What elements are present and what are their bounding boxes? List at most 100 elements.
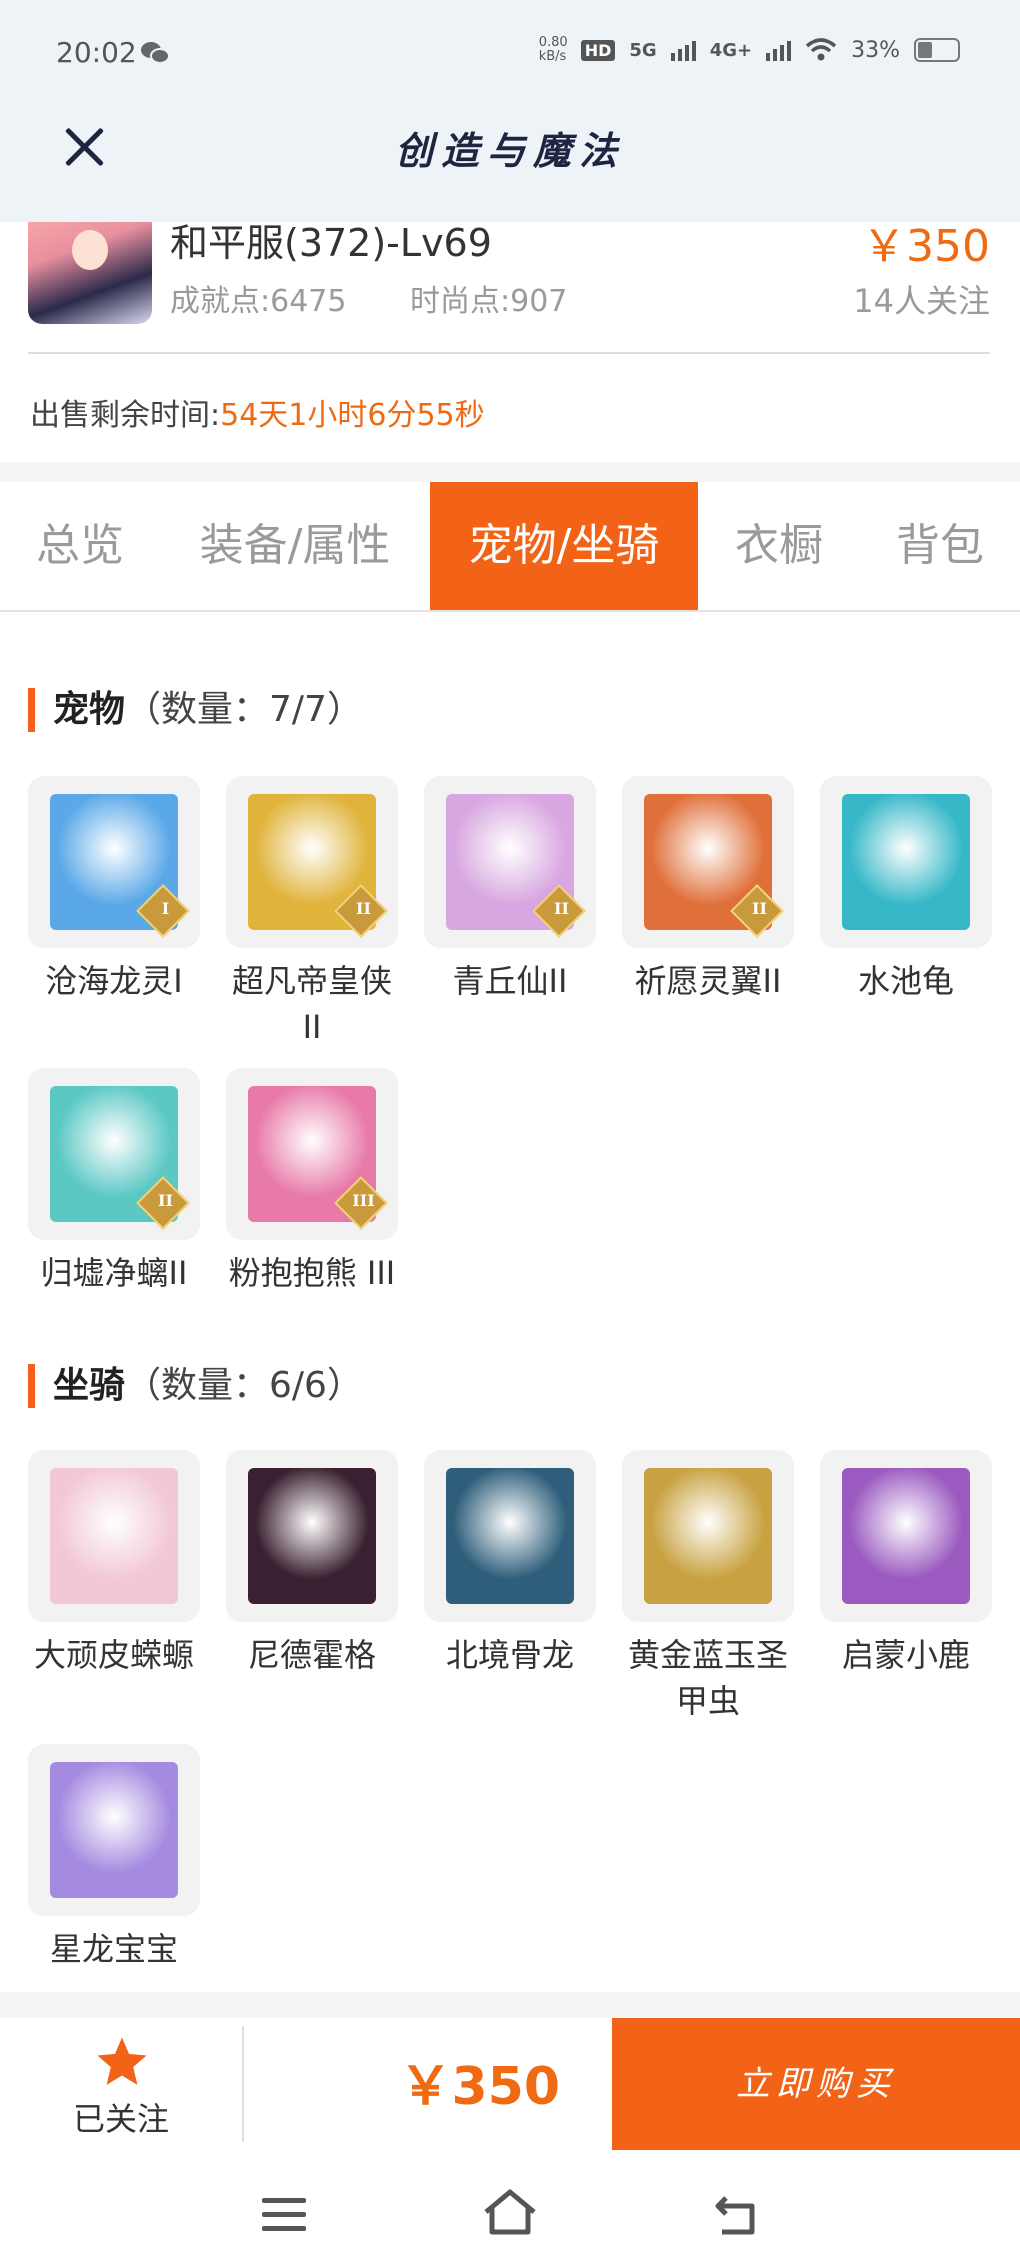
home-icon[interactable] (480, 2186, 540, 2238)
item-thumbnail: II (622, 776, 794, 948)
sale-time-value: 54天1小时6分55秒 (220, 398, 485, 433)
pond-turtle-icon (842, 794, 970, 930)
wechat-icon (141, 42, 170, 64)
page-title: 创造与魔法 (394, 128, 625, 173)
tier-label: II (553, 899, 569, 919)
mount-item[interactable]: 星龙宝宝 (28, 1744, 200, 1972)
mount-item[interactable]: 黄金蓝玉圣甲虫 (622, 1450, 794, 1724)
black-dragon-icon (248, 1468, 376, 1604)
tab-equipment[interactable]: 装备/属性 (180, 482, 410, 610)
buy-now-button[interactable]: 立即购买 (612, 2018, 1020, 2150)
item-thumbnail: I (28, 776, 200, 948)
pet-item[interactable]: II 超凡帝皇侠II (226, 776, 398, 1050)
tab-backpack[interactable]: 背包 (870, 482, 1010, 610)
signal-icon (670, 39, 696, 61)
sale-time-label: 出售剩余时间: (30, 398, 221, 433)
item-thumbnail: III (226, 1068, 398, 1240)
achievement-points: 成就点:6475 (170, 284, 347, 319)
sim2-label: 4G+ (709, 39, 753, 61)
item-name: 黄金蓝玉圣甲虫 (627, 1636, 788, 1720)
mount-item[interactable]: 尼德霍格 (226, 1450, 398, 1678)
baby-star-dragon-icon (50, 1762, 178, 1898)
tab-overview[interactable]: 总览 (0, 482, 160, 610)
item-name: 水池龟 (857, 962, 954, 1000)
item-thumbnail (820, 776, 992, 948)
star-icon (97, 2037, 147, 2085)
item-name: 祈愿灵翼II (634, 962, 782, 1000)
character-card: 和平服(372)-Lv69 成就点:6475 时尚点:907 ￥350 14人关… (0, 221, 1020, 462)
item-name: 启蒙小鹿 (841, 1636, 970, 1674)
item-name: 星龙宝宝 (49, 1930, 178, 1968)
bottom-price: ￥350 (399, 2057, 560, 2117)
item-thumbnail (622, 1450, 794, 1622)
item-thumbnail (28, 1450, 200, 1622)
system-nav-bar (0, 2150, 1020, 2267)
mount-item[interactable]: 启蒙小鹿 (820, 1450, 992, 1678)
follow-label: 已关注 (72, 2100, 169, 2138)
item-name: 归墟净螭II (40, 1254, 188, 1292)
character-name: 和平服(372)-Lv69 (170, 221, 492, 265)
tier-label: I (161, 899, 170, 919)
mounts-count: （数量：6/6） (125, 1365, 363, 1406)
item-name: 粉抱抱熊 III (228, 1254, 396, 1292)
item-thumbnail (226, 1450, 398, 1622)
divider (242, 2026, 244, 2142)
bottom-action-bar: 已关注 ￥350 立即购买 (0, 2018, 1020, 2150)
section-gap (0, 462, 1020, 482)
bone-dragon-icon (446, 1468, 574, 1604)
tier-label: II (751, 899, 767, 919)
mounts-title: 坐骑 (53, 1365, 126, 1406)
item-name: 北境骨龙 (445, 1636, 574, 1674)
tier-label: II (157, 1191, 173, 1211)
tab-wardrobe[interactable]: 衣橱 (712, 482, 846, 610)
item-name: 尼德霍格 (247, 1636, 376, 1674)
menu-icon[interactable] (262, 2198, 306, 2234)
pet-item[interactable]: I 沧海龙灵I (28, 776, 200, 1004)
tier-label: II (355, 899, 371, 919)
item-name: 大顽皮蝾螈 (33, 1636, 194, 1674)
item-thumbnail: II (28, 1068, 200, 1240)
back-icon[interactable] (712, 2190, 760, 2238)
battery-percent: 33% (851, 37, 900, 63)
item-thumbnail: II (226, 776, 398, 948)
item-thumbnail (28, 1744, 200, 1916)
item-thumbnail (424, 1450, 596, 1622)
pet-item[interactable]: II 青丘仙II (424, 776, 596, 1004)
section-gap (0, 1992, 1020, 2018)
fashion-points: 时尚点:907 (410, 284, 568, 319)
mystic-deer-icon (842, 1468, 970, 1604)
sale-remaining-time: 出售剩余时间:54天1小时6分55秒 (30, 390, 485, 434)
mount-item[interactable]: 大顽皮蝾螈 (28, 1450, 200, 1678)
pets-count: （数量：7/7） (125, 689, 363, 730)
pet-item[interactable]: II 归墟净螭II (28, 1068, 200, 1296)
tab-bar: 总览 装备/属性 宠物/坐骑 衣橱 背包 (0, 482, 1020, 612)
wifi-icon (805, 38, 837, 61)
character-avatar (28, 222, 152, 324)
sim1-label: 5G (629, 39, 657, 61)
divider (28, 352, 990, 354)
status-indicators: 0.80 kB/s HD 5G 4G+ 33% (539, 36, 960, 64)
item-name: 沧海龙灵I (45, 962, 183, 1000)
signal-icon (766, 39, 792, 61)
item-name: 超凡帝皇侠II (231, 962, 392, 1046)
status-time: 20:02 (56, 36, 137, 69)
pet-item[interactable]: 水池龟 (820, 776, 992, 1004)
pet-item[interactable]: III 粉抱抱熊 III (226, 1068, 398, 1296)
follow-button[interactable]: 已关注 (0, 2018, 242, 2150)
mounts-section-title: 坐骑（数量：6/6） (28, 1364, 363, 1408)
top-bar: 20:02 0.80 kB/s HD 5G 4G+ 33% 创造与魔法 (0, 0, 1020, 222)
tab-pets-mounts[interactable]: 宠物/坐骑 (430, 482, 698, 610)
mount-item[interactable]: 北境骨龙 (424, 1450, 596, 1678)
character-stats: 成就点:6475 时尚点:907 (170, 276, 621, 320)
listing-price: ￥350 (862, 221, 990, 272)
golden-scarab-icon (644, 1468, 772, 1604)
item-thumbnail (820, 1450, 992, 1622)
watcher-count: 14人关注 (853, 282, 990, 320)
pets-section-title: 宠物（数量：7/7） (28, 688, 363, 732)
net-speed: 0.80 kB/s (538, 35, 568, 64)
battery-icon (914, 38, 960, 62)
item-name: 青丘仙II (452, 962, 568, 1000)
pet-item[interactable]: II 祈愿灵翼II (622, 776, 794, 1004)
item-thumbnail: II (424, 776, 596, 948)
tier-label: III (352, 1191, 375, 1211)
